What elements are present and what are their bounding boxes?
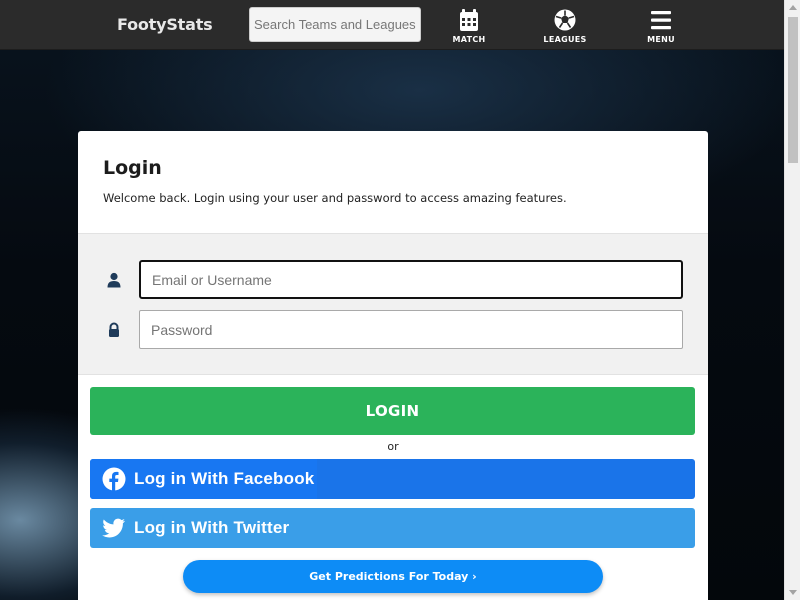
nav-menu[interactable]: MENU bbox=[631, 8, 691, 44]
password-field[interactable] bbox=[139, 310, 683, 349]
login-subtitle: Welcome back. Login using your user and … bbox=[103, 191, 567, 205]
facebook-login-button[interactable]: Log in With Facebook bbox=[90, 459, 695, 499]
login-form bbox=[78, 234, 708, 375]
soccer-ball-icon bbox=[554, 9, 576, 31]
login-title: Login bbox=[103, 157, 162, 179]
search-input[interactable] bbox=[249, 7, 421, 42]
scroll-down-arrow-icon[interactable] bbox=[789, 590, 797, 595]
scrollbar-thumb[interactable] bbox=[788, 17, 798, 163]
facebook-icon bbox=[102, 467, 126, 491]
nav-menu-label: MENU bbox=[647, 35, 675, 44]
page-scrollbar[interactable] bbox=[784, 0, 800, 600]
nav-match-label: MATCH bbox=[452, 35, 486, 44]
username-field[interactable] bbox=[139, 260, 683, 299]
footystats-logo[interactable]: FootyStats bbox=[117, 15, 213, 34]
scroll-up-arrow-icon[interactable] bbox=[789, 5, 797, 10]
lock-icon bbox=[109, 322, 119, 337]
nav-leagues-label: LEAGUES bbox=[543, 35, 587, 44]
nav-match[interactable]: MATCH bbox=[439, 8, 499, 44]
nav-leagues[interactable]: LEAGUES bbox=[535, 8, 595, 44]
get-predictions-button[interactable]: Get Predictions For Today › bbox=[183, 560, 603, 593]
login-card: Login Welcome back. Login using your use… bbox=[78, 131, 708, 600]
login-button[interactable]: LOGIN bbox=[90, 387, 695, 435]
user-icon bbox=[107, 272, 121, 288]
top-header: FootyStats MATCH LEAGUES MENU bbox=[0, 0, 784, 50]
or-divider-text: or bbox=[387, 440, 399, 453]
facebook-login-label: Log in With Facebook bbox=[134, 469, 315, 488]
calendar-icon bbox=[460, 9, 478, 31]
twitter-login-label: Log in With Twitter bbox=[134, 518, 290, 537]
login-card-header: Login Welcome back. Login using your use… bbox=[78, 131, 708, 234]
twitter-bird-icon bbox=[102, 518, 125, 538]
hamburger-menu-icon bbox=[651, 11, 671, 30]
twitter-login-button[interactable]: Log in With Twitter bbox=[90, 508, 695, 548]
